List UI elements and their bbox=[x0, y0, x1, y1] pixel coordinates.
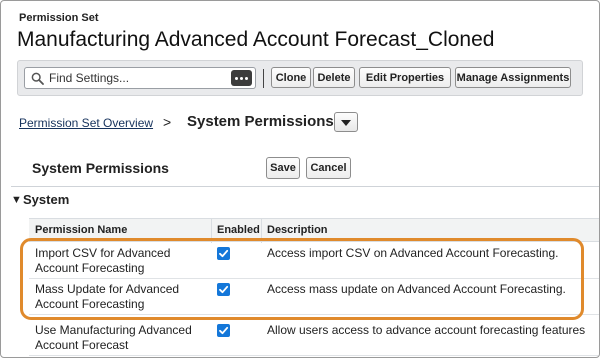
table-row: Mass Update for Advanced Account Forecas… bbox=[29, 279, 599, 315]
permission-name-line: Import CSV for Advanced bbox=[35, 246, 171, 260]
permission-name: Import CSV for Advanced Account Forecast… bbox=[35, 246, 205, 276]
column-header-enabled: Enabled bbox=[217, 224, 260, 236]
chevron-down-icon bbox=[341, 120, 351, 126]
enabled-checkbox[interactable] bbox=[217, 283, 230, 296]
more-options-icon[interactable] bbox=[231, 70, 252, 86]
permission-description: Allow users access to advance account fo… bbox=[267, 323, 586, 337]
column-header-description: Description bbox=[267, 224, 328, 236]
table-header: Permission Name Enabled Description bbox=[29, 218, 599, 243]
permission-name-line: Account Forecasting bbox=[35, 297, 145, 311]
edit-properties-button[interactable]: Edit Properties bbox=[359, 67, 451, 88]
permission-name-line: Account Forecasting bbox=[35, 261, 145, 275]
delete-button[interactable]: Delete bbox=[313, 67, 355, 88]
search-box[interactable] bbox=[24, 67, 256, 89]
permission-name: Use Manufacturing Advanced Account Forec… bbox=[35, 323, 205, 353]
cancel-button[interactable]: Cancel bbox=[306, 157, 351, 179]
enabled-checkbox[interactable] bbox=[217, 247, 230, 260]
search-input[interactable] bbox=[49, 69, 219, 87]
permission-name-line: Use Manufacturing Advanced bbox=[35, 323, 192, 337]
page-title: Manufacturing Advanced Account Forecast_… bbox=[17, 28, 495, 51]
enabled-checkbox[interactable] bbox=[217, 324, 230, 337]
save-button[interactable]: Save bbox=[266, 157, 300, 179]
checkmark-icon bbox=[219, 249, 229, 258]
search-icon bbox=[31, 72, 44, 85]
manage-assignments-button[interactable]: Manage Assignments bbox=[455, 67, 571, 88]
column-header-permission-name: Permission Name bbox=[35, 224, 128, 236]
breadcrumb-current: System Permissions bbox=[187, 113, 334, 130]
section-dropdown-button[interactable] bbox=[334, 112, 358, 132]
table-row: Use Manufacturing Advanced Account Forec… bbox=[29, 320, 599, 356]
section-title: System Permissions bbox=[32, 160, 169, 176]
collapse-triangle-icon[interactable]: ▼ bbox=[11, 194, 22, 206]
breadcrumb-permission-set-overview-link[interactable]: Permission Set Overview bbox=[19, 116, 153, 130]
section-divider bbox=[11, 186, 599, 187]
table-row: Import CSV for Advanced Account Forecast… bbox=[29, 243, 599, 279]
checkmark-icon bbox=[219, 285, 229, 294]
permission-name-line: Mass Update for Advanced bbox=[35, 282, 180, 296]
permission-name: Mass Update for Advanced Account Forecas… bbox=[35, 282, 205, 312]
toolbar: Clone Delete Edit Properties Manage Assi… bbox=[17, 60, 583, 96]
column-divider bbox=[211, 219, 212, 243]
permission-description: Access import CSV on Advanced Account Fo… bbox=[267, 246, 559, 260]
permission-description: Access mass update on Advanced Account F… bbox=[267, 282, 566, 296]
toolbar-divider bbox=[263, 69, 264, 88]
permission-name-line: Account Forecast bbox=[35, 338, 129, 352]
checkmark-icon bbox=[219, 326, 229, 335]
header-label: Permission Set bbox=[19, 12, 99, 24]
app-frame: Permission Set Manufacturing Advanced Ac… bbox=[0, 0, 600, 358]
clone-button[interactable]: Clone bbox=[271, 67, 311, 88]
group-title: System bbox=[23, 192, 70, 207]
breadcrumb-separator: > bbox=[163, 114, 172, 130]
column-divider bbox=[261, 219, 262, 243]
